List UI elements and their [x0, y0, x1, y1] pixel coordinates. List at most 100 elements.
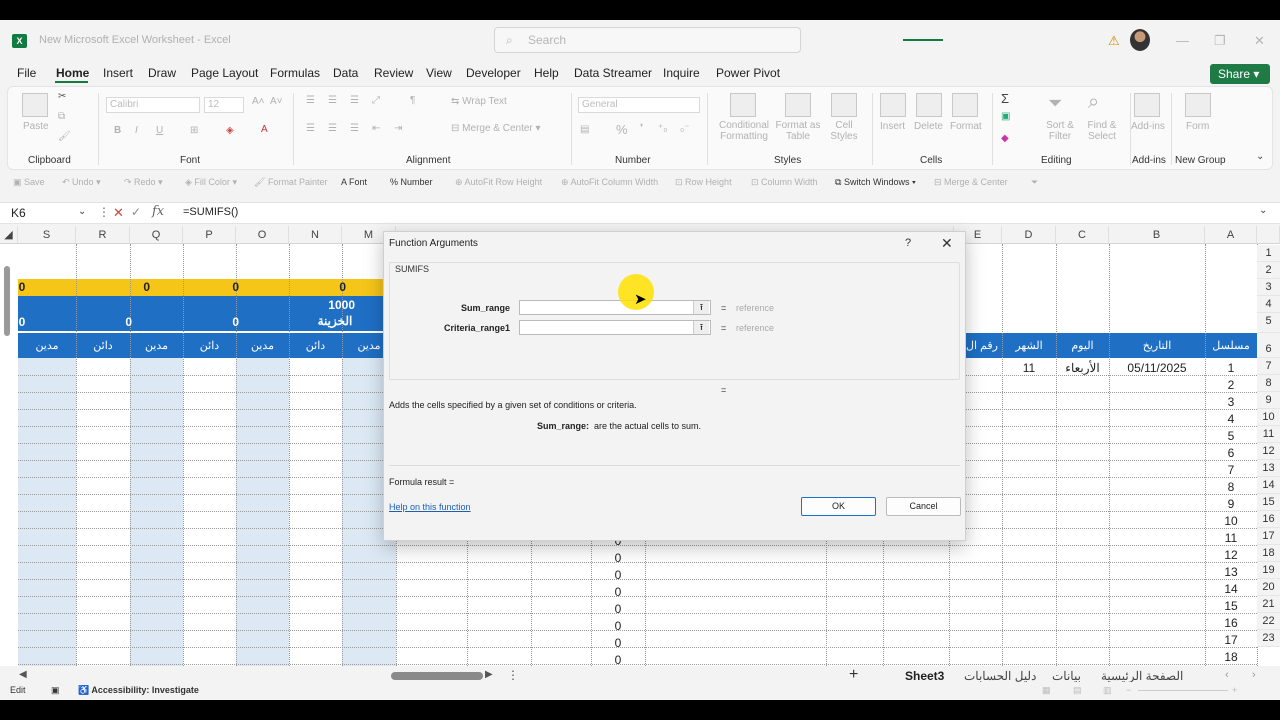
decrease-indent-icon[interactable]: ⇤ [372, 123, 380, 134]
cell-balance[interactable]: 0 [591, 636, 645, 650]
cell-value[interactable]: 0 [92, 315, 132, 329]
row-header[interactable]: 14 [1257, 477, 1280, 494]
align-middle-icon[interactable]: ☰ [328, 95, 337, 106]
qat-autofit-row[interactable]: ⊕ AutoFit Row Height [455, 177, 542, 188]
search-box[interactable]: ⌕ Search [494, 27, 801, 53]
qat-fill-color[interactable]: ◈ Fill Color ▾ [185, 177, 237, 188]
qat-row-height[interactable]: ⊡ Row Height [675, 177, 732, 188]
cell-serial[interactable]: 8 [1205, 480, 1257, 494]
qat-redo[interactable]: ↷ Redo ▾ [124, 177, 163, 188]
cell-value[interactable]: 0 [18, 280, 26, 294]
name-box-dropdown-icon[interactable]: ⌄ [78, 206, 86, 217]
enter-formula-icon[interactable]: ✓ [131, 205, 141, 219]
menu-draw[interactable]: Draw [148, 66, 176, 80]
qat-save[interactable]: ▣ Save [13, 177, 45, 188]
select-all-corner[interactable]: ◢ [0, 226, 18, 244]
sort-filter-button[interactable]: Sort & Filter [1040, 120, 1080, 142]
vertical-scrollbar[interactable] [4, 266, 10, 336]
row-header[interactable]: 15 [1257, 494, 1280, 511]
cell-serial[interactable]: 5 [1205, 429, 1257, 443]
cell-month[interactable]: 11 [1002, 361, 1056, 375]
qat-column-width[interactable]: ⊡ Column Width [751, 177, 818, 188]
cell-serial[interactable]: 12 [1205, 548, 1257, 562]
row-header[interactable]: 10 [1257, 409, 1280, 426]
cell-day[interactable]: الأربعاء [1056, 361, 1109, 375]
column-header[interactable]: N [289, 226, 342, 244]
format-cells-icon[interactable] [952, 93, 978, 117]
menu-power-pivot[interactable]: Power Pivot [716, 66, 780, 80]
row-header[interactable]: 1 [1257, 245, 1280, 262]
collapse-ribbon-icon[interactable]: ⌄ [1256, 151, 1264, 162]
menu-data[interactable]: Data [333, 66, 358, 80]
column-header[interactable]: S [18, 226, 76, 244]
cell-serial[interactable]: 11 [1205, 531, 1257, 545]
cell-balance[interactable]: 0 [591, 551, 645, 565]
row-header[interactable]: 8 [1257, 375, 1280, 392]
menu-developer[interactable]: Developer [466, 66, 521, 80]
percent-icon[interactable]: % [616, 122, 628, 137]
maximize-icon[interactable]: ❐ [1214, 33, 1226, 49]
month-header[interactable]: الشهر [1002, 339, 1056, 352]
font-name-select[interactable]: Calibri [106, 97, 200, 113]
opening-balance[interactable]: 1000 [305, 298, 355, 312]
day-header[interactable]: اليوم [1056, 339, 1109, 352]
cell-serial[interactable]: 15 [1205, 599, 1257, 613]
row-header[interactable]: 18 [1257, 545, 1280, 562]
increase-decimal-icon[interactable]: ⁺₀ [658, 123, 667, 134]
cell-serial[interactable]: 2 [1205, 378, 1257, 392]
decrease-decimal-icon[interactable]: ₀⁻ [680, 123, 689, 134]
credit-header[interactable]: دائن [289, 339, 342, 352]
more-options-icon[interactable]: ⋮ [507, 668, 519, 682]
row-header[interactable]: 22 [1257, 613, 1280, 630]
menu-review[interactable]: Review [374, 66, 413, 80]
column-header[interactable]: B [1109, 226, 1205, 244]
column-header[interactable]: P [183, 226, 236, 244]
cell-serial[interactable]: 9 [1205, 497, 1257, 511]
cut-icon[interactable]: ✂ [58, 91, 66, 102]
cell-styles-icon[interactable] [831, 93, 857, 117]
insert-cells-icon[interactable] [880, 93, 906, 117]
expand-formula-icon[interactable]: ⌄ [1259, 205, 1267, 216]
accessibility-status[interactable]: ♿ Accessibility: Investigate [78, 685, 199, 696]
bold-icon[interactable]: B [114, 125, 121, 136]
menu-page-layout[interactable]: Page Layout [191, 66, 258, 80]
row-header[interactable]: 4 [1257, 296, 1280, 313]
cell-value[interactable]: 0 [110, 280, 150, 294]
menu-formulas[interactable]: Formulas [270, 66, 320, 80]
zoom-out-icon[interactable]: − [1126, 685, 1131, 695]
criteria-range-input[interactable] [519, 320, 711, 335]
scroll-left-icon[interactable]: ◀ [19, 669, 27, 680]
cell-balance[interactable]: 0 [591, 619, 645, 633]
cell-serial[interactable]: 13 [1205, 565, 1257, 579]
qat-format-painter[interactable]: 🖌 Format Painter [254, 177, 327, 188]
menu-file[interactable]: File [17, 66, 36, 80]
fill-icon[interactable]: ▣ [1001, 111, 1010, 122]
sum-range-input[interactable] [519, 300, 711, 315]
column-header[interactable]: C [1056, 226, 1109, 244]
sort-icon[interactable]: ⏷ [1048, 93, 1062, 114]
insert-function-icon[interactable]: fx [152, 204, 164, 219]
share-button[interactable]: Share ▾ [1210, 64, 1270, 84]
qat-font[interactable]: A Font [341, 177, 367, 187]
page-layout-view-icon[interactable]: ▤ [1073, 685, 1082, 696]
column-header[interactable]: R [76, 226, 130, 244]
cell-value[interactable]: 0 [199, 280, 239, 294]
row-header[interactable]: 7 [1257, 358, 1280, 375]
borders-icon[interactable]: ⊞ [190, 125, 198, 136]
row-header[interactable]: 3 [1257, 279, 1280, 296]
row-header[interactable]: 17 [1257, 528, 1280, 545]
row-header[interactable]: 5 [1257, 313, 1280, 333]
serial-header[interactable]: مسلسل [1205, 339, 1257, 352]
row-header[interactable]: 6 [1257, 333, 1280, 358]
cancel-button[interactable]: Cancel [886, 497, 961, 516]
cell-balance[interactable]: 0 [591, 568, 645, 582]
prev-sheet-icon[interactable]: ‹ [1225, 669, 1229, 681]
italic-icon[interactable]: I [135, 125, 138, 136]
cancel-formula-icon[interactable]: ✕ [113, 205, 124, 221]
menu-view[interactable]: View [426, 66, 452, 80]
tab-sheet3[interactable]: Sheet3 [905, 669, 944, 683]
menu-insert[interactable]: Insert [103, 66, 133, 80]
collapse-dialog-icon[interactable]: ⭱ [693, 301, 709, 314]
cell-serial[interactable]: 7 [1205, 463, 1257, 477]
format-painter-icon[interactable]: 🖌 [58, 131, 71, 142]
